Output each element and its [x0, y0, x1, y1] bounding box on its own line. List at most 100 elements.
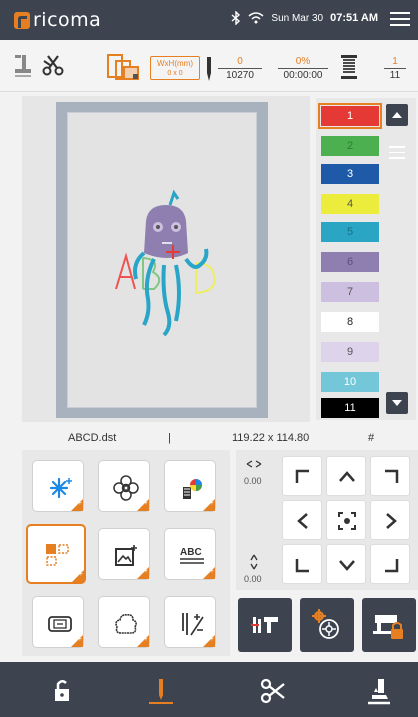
- move-right-button[interactable]: [370, 500, 410, 540]
- presser-foot-icon[interactable]: [12, 53, 34, 79]
- unlock-icon[interactable]: [48, 676, 78, 706]
- expand-corner-icon: [71, 499, 83, 511]
- design-canvas[interactable]: [22, 96, 310, 422]
- thread-trim-icon[interactable]: [42, 53, 64, 77]
- bluetooth-icon: [231, 11, 241, 25]
- move-left-button[interactable]: [282, 500, 322, 540]
- embroidery-design-preview[interactable]: [68, 113, 258, 409]
- corner-up-right-icon: [385, 469, 399, 483]
- select-area-button[interactable]: [26, 524, 86, 584]
- color-counter: 1 11: [384, 56, 406, 81]
- hoop-frame-icon: [48, 616, 72, 632]
- corner-up-left-icon: [295, 469, 309, 483]
- chevron-down-icon: [339, 560, 355, 571]
- hoop-select-icon[interactable]: [106, 53, 142, 81]
- move-up-button[interactable]: [326, 456, 366, 496]
- color-swatch-1[interactable]: 1: [318, 103, 382, 129]
- stitch-counter: 0 10270: [218, 56, 262, 81]
- design-dimensions: 119.22 x 114.80: [232, 432, 310, 444]
- gear-flower-icon: [312, 609, 339, 639]
- top-bar: ricoma Sun Mar 30 07:51 AM: [0, 0, 418, 40]
- chevron-up-icon: [339, 471, 355, 482]
- color-current: 1: [384, 56, 406, 69]
- size-label: WxH(mm): [157, 59, 193, 68]
- needle-plus-minus-icon: [182, 613, 204, 636]
- move-down-right-button[interactable]: [370, 544, 410, 584]
- info-hash: #: [368, 432, 375, 444]
- color-palette-button[interactable]: [164, 460, 216, 512]
- needle-icon: [207, 57, 211, 81]
- frame-move-pad: 0.00 0.00: [236, 450, 418, 590]
- svg-text:ABC: ABC: [180, 547, 202, 558]
- machine-settings-button[interactable]: [300, 598, 354, 652]
- bottom-nav-bar: [0, 662, 418, 717]
- status-time: 07:51 AM: [330, 12, 378, 24]
- app-root: ricoma Sun Mar 30 07:51 AM WxH(mm) 0 x 0: [0, 0, 418, 717]
- thread-color-wheel-icon: [183, 479, 202, 499]
- logo-mark-icon: [14, 11, 30, 29]
- presser-foot-down-icon[interactable]: [364, 676, 394, 706]
- progress-percent: 0%: [278, 56, 328, 69]
- color-swatch-9[interactable]: 9: [321, 342, 379, 362]
- center-frame-button[interactable]: [326, 500, 366, 540]
- stitch-current: 0: [218, 56, 262, 69]
- add-text-button[interactable]: ABC: [164, 528, 216, 580]
- color-swatch-4[interactable]: 4: [321, 194, 379, 214]
- scroll-down-button[interactable]: [386, 392, 408, 414]
- hoop-trace-button[interactable]: [32, 596, 84, 648]
- step-vertical: 0.00: [244, 574, 262, 584]
- move-down-button[interactable]: [326, 544, 366, 584]
- progress-time: 00:00:00: [283, 70, 323, 81]
- color-swatch-10[interactable]: 10: [321, 372, 379, 392]
- thread-spool-icon: [341, 55, 357, 79]
- applique-outline-button[interactable]: [98, 596, 150, 648]
- embroidery-hoop: [56, 102, 268, 418]
- info-separator: |: [168, 432, 171, 444]
- chevron-right-icon: [386, 513, 397, 529]
- stitch-edit-button[interactable]: [164, 596, 216, 648]
- image-add-icon: [115, 545, 137, 566]
- stitch-total: 10270: [226, 70, 254, 81]
- design-library-button[interactable]: [98, 460, 150, 512]
- corner-down-right-icon: [385, 559, 399, 573]
- add-image-button[interactable]: [98, 528, 150, 580]
- brand-logo: ricoma: [14, 9, 101, 31]
- cloud-outline-icon: [115, 614, 137, 634]
- design-info-bar: ABCD.dst | 119.22 x 114.80 #: [0, 428, 418, 448]
- color-sequence-panel: 1 2 3 4 5 6 7 8 9 10 11: [316, 98, 416, 420]
- hamburger-menu-icon[interactable]: [390, 12, 410, 28]
- needle-start-icon[interactable]: [146, 676, 176, 706]
- brand-name: ricoma: [33, 9, 102, 31]
- text-abc-icon: ABC: [180, 547, 204, 564]
- move-down-left-button[interactable]: [282, 544, 322, 584]
- move-up-right-button[interactable]: [370, 456, 410, 496]
- color-swatch-5[interactable]: 5: [321, 222, 379, 242]
- color-swatch-8[interactable]: 8: [321, 312, 379, 332]
- move-up-left-button[interactable]: [282, 456, 322, 496]
- corner-down-left-icon: [295, 559, 309, 573]
- design-filename: ABCD.dst: [68, 432, 117, 444]
- machine-lock-button[interactable]: [362, 598, 416, 652]
- snowflake-add-icon: [49, 477, 72, 499]
- edit-tools-panel: ABC: [22, 450, 230, 656]
- status-area: Sun Mar 30 07:51 AM: [231, 11, 378, 25]
- progress-counter: 0% 00:00:00: [278, 56, 328, 81]
- status-date: Sun Mar 30: [271, 12, 324, 24]
- triangle-down-icon: [392, 400, 402, 406]
- scissors-cut-icon[interactable]: [258, 676, 288, 706]
- scroll-up-button[interactable]: [386, 104, 408, 126]
- hoop-sewing-area: [67, 112, 257, 408]
- machine-toolbar: WxH(mm) 0 x 0 0 10270 0% 00:00:00 1 11: [0, 40, 418, 92]
- add-design-button[interactable]: [32, 460, 84, 512]
- color-swatch-6[interactable]: 6: [321, 252, 379, 272]
- color-swatch-7[interactable]: 7: [321, 282, 379, 302]
- wifi-icon: [248, 12, 264, 24]
- color-total: 11: [389, 70, 401, 81]
- color-swatch-11[interactable]: 11: [321, 398, 379, 418]
- needle-position-button[interactable]: [238, 598, 292, 652]
- color-swatch-3[interactable]: 3: [321, 164, 379, 184]
- triangle-up-icon: [392, 112, 402, 118]
- size-value: 0 x 0: [167, 70, 183, 77]
- list-view-icon[interactable]: [386, 142, 408, 168]
- color-swatch-2[interactable]: 2: [321, 136, 379, 156]
